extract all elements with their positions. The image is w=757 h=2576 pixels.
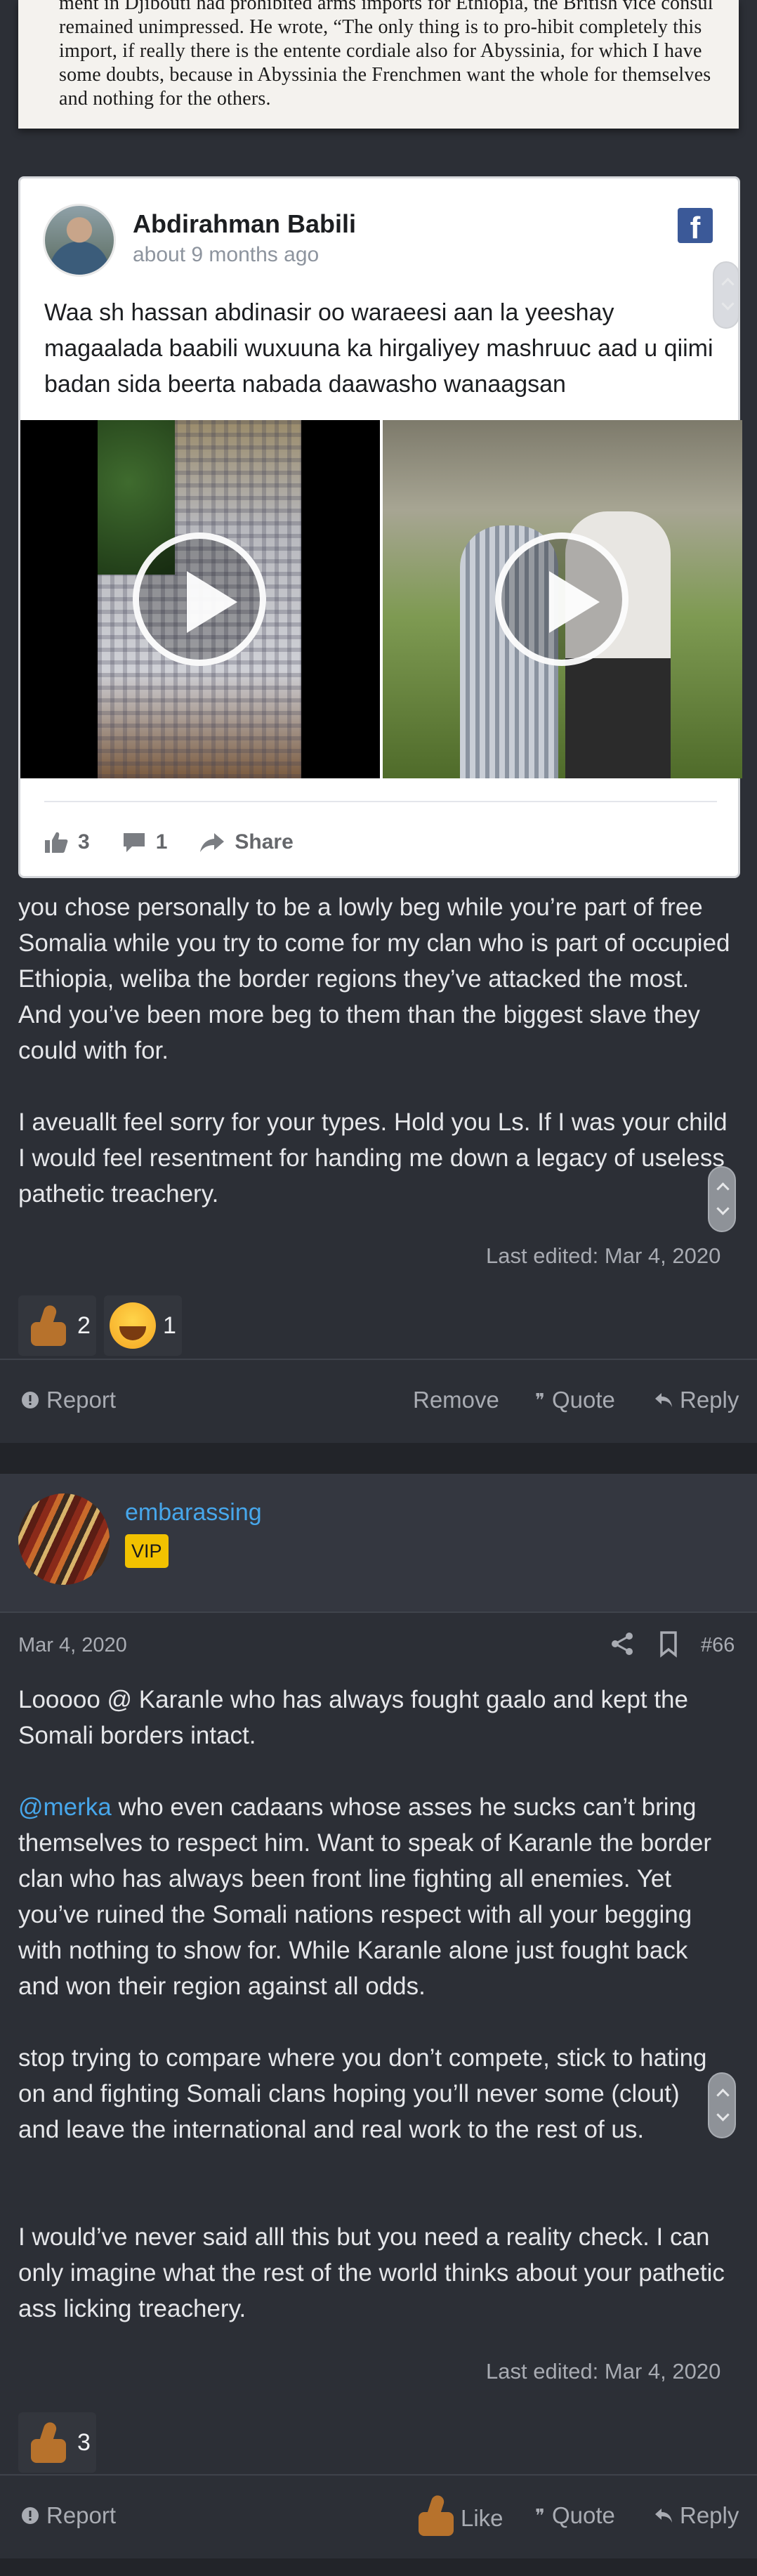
quote-button[interactable]: ❞ Quote	[535, 2502, 615, 2529]
reaction-count: 3	[77, 2428, 91, 2456]
fb-video-thumbnail-1[interactable]	[20, 420, 380, 778]
like-label: Like	[461, 2505, 503, 2531]
post-number[interactable]: #66	[701, 1634, 735, 1657]
play-icon[interactable]	[495, 532, 628, 666]
fb-share-button[interactable]: Share	[199, 830, 294, 854]
fb-post-text: Waa sh hassan abdinasir oo waraeesi aan …	[44, 299, 713, 398]
post-body-paragraph: Looooo @ Karanle who has always fought g…	[18, 1686, 688, 1749]
remove-button[interactable]: Remove	[413, 1387, 499, 1413]
post-action-bar: Report Like ❞ Quote Reply	[0, 2474, 757, 2558]
reaction-laugh[interactable]: 1	[104, 1295, 182, 1356]
scroll-handle[interactable]	[708, 1166, 736, 1232]
share-icon[interactable]	[608, 1630, 636, 1658]
thumbs-up-icon	[45, 832, 68, 853]
report-label: Report	[46, 2502, 117, 2528]
reply-icon	[655, 2509, 672, 2523]
last-edited-label: Last edited: Mar 4, 2020	[486, 1243, 721, 1268]
reaction-like[interactable]: 2	[18, 1295, 96, 1356]
quote-button[interactable]: ❞ Quote	[535, 1387, 615, 1413]
post-action-bar: Report Remove ❞ Quote Reply	[0, 1359, 757, 1443]
reply-button[interactable]: Reply	[654, 2502, 739, 2529]
alert-icon	[22, 2507, 39, 2524]
like-button[interactable]: Like	[412, 2492, 503, 2536]
fb-share-label: Share	[235, 830, 294, 854]
alert-icon	[22, 1392, 39, 1408]
avatar[interactable]	[18, 1493, 110, 1585]
fb-like-count: 3	[78, 830, 90, 854]
reply-label: Reply	[680, 2502, 739, 2528]
quote-label: Quote	[552, 2502, 615, 2528]
fb-comment-count: 1	[155, 830, 168, 854]
book-excerpt-text: ment in Djibouti had prohibited arms imp…	[59, 0, 713, 110]
fb-author-avatar[interactable]	[43, 204, 116, 277]
post-user-header: embarassing VIP	[0, 1474, 757, 1613]
post-body-paragraph: you chose personally to be a lowly beg w…	[18, 894, 730, 1064]
quote-icon: ❞	[535, 2504, 545, 2526]
fb-video-thumbnail-2[interactable]	[383, 420, 742, 778]
play-icon[interactable]	[133, 532, 266, 666]
scroll-handle[interactable]	[708, 2072, 736, 2138]
report-button[interactable]: Report	[21, 2502, 116, 2529]
post-body-paragraph: stop trying to compare where you don’t c…	[18, 2044, 707, 2143]
quote-label: Quote	[552, 1387, 615, 1413]
facebook-embed: Abdirahman Babili about 9 months ago f W…	[18, 176, 742, 878]
comment-icon	[123, 833, 145, 852]
fb-action-row: 3 1 Share	[44, 825, 294, 860]
post-body-paragraph: I aveuallt feel sorry for your types. Ho…	[18, 1109, 728, 1208]
reaction-like[interactable]: 3	[18, 2412, 96, 2473]
report-label: Report	[46, 1387, 117, 1413]
fb-divider	[44, 801, 717, 802]
remove-label: Remove	[413, 1387, 499, 1413]
like-emoji-icon	[412, 2492, 454, 2536]
facebook-logo-icon[interactable]: f	[678, 208, 713, 243]
share-arrow-icon	[200, 833, 225, 852]
last-edited-label: Last edited: Mar 4, 2020	[486, 2359, 721, 2384]
bookmark-icon[interactable]	[654, 1630, 683, 1658]
reaction-count: 2	[77, 1312, 91, 1339]
like-emoji-icon	[24, 2419, 70, 2466]
fb-comment-button[interactable]: 1	[122, 830, 168, 854]
post-separator	[0, 2558, 757, 2576]
user-mention-link[interactable]: @merka	[18, 1793, 112, 1821]
like-emoji-icon	[24, 1302, 70, 1349]
quoted-book-scan: ment in Djibouti had prohibited arms imp…	[18, 0, 739, 129]
reply-label: Reply	[680, 1387, 739, 1413]
laugh-emoji-icon	[110, 1302, 156, 1349]
reply-button[interactable]: Reply	[654, 1387, 739, 1413]
post-separator	[0, 1443, 757, 1474]
post-body-paragraph: @merka who even cadaans whose asses he s…	[18, 1789, 735, 2004]
fb-author-name[interactable]: Abdirahman Babili	[133, 209, 356, 239]
post-text-span: who even cadaans whose asses he sucks ca…	[18, 1793, 711, 2000]
fb-timestamp[interactable]: about 9 months ago	[133, 243, 319, 267]
post-body-paragraph: I would’ve never said alll this but you …	[18, 2223, 725, 2322]
vip-badge: VIP	[125, 1534, 169, 1568]
quote-icon: ❞	[535, 1389, 545, 1411]
username-link[interactable]: embarassing	[125, 1499, 262, 1526]
reply-icon	[655, 1393, 672, 1407]
reaction-count: 1	[163, 1312, 176, 1339]
report-button[interactable]: Report	[21, 1387, 116, 1413]
fb-like-button[interactable]: 3	[44, 830, 90, 854]
post-date[interactable]: Mar 4, 2020	[18, 1634, 127, 1657]
